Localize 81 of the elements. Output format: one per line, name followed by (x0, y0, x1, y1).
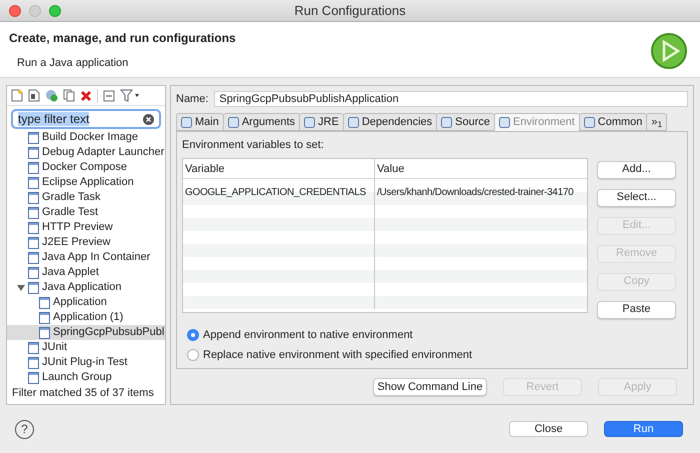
document-icon (28, 252, 39, 264)
filter-status: Filter matched 35 of 37 items (11, 386, 155, 400)
tree-item[interactable]: Application (1) (7, 310, 165, 325)
tab-icon (228, 116, 239, 128)
run-play-icon (650, 32, 688, 70)
tree-item[interactable]: Gradle Test (7, 205, 165, 220)
tree-item[interactable]: JUnit (7, 340, 165, 355)
tab[interactable]: Common (578, 113, 648, 131)
tree-item[interactable]: Gradle Task (7, 190, 165, 205)
action-button[interactable]: Select... (597, 188, 676, 206)
delete-icon[interactable] (80, 90, 92, 102)
env-label: Environment variables to set: (182, 138, 325, 153)
document-icon (39, 312, 50, 324)
action-button[interactable]: Show Command Line (373, 378, 487, 396)
name-field[interactable]: SpringGcpPubsubPublishApplication (214, 91, 688, 107)
column-header[interactable]: Variable (183, 158, 375, 178)
tree-item[interactable]: Launch Group (7, 370, 165, 384)
action-button[interactable]: Add... (597, 160, 676, 178)
window-title: Run Configurations (294, 2, 406, 20)
document-icon (28, 192, 39, 204)
document-icon (28, 176, 39, 188)
tree-item[interactable]: Build Docker Image (7, 130, 165, 145)
tab[interactable]: »$_{1}$ (646, 113, 668, 131)
tree-item[interactable]: Java Application (7, 280, 165, 295)
tree-item[interactable]: Eclipse Application (7, 175, 165, 190)
zoom-window-icon[interactable] (49, 5, 61, 17)
dialog-button[interactable]: Close (509, 421, 588, 437)
header-subtitle: Run a Java application (16, 56, 130, 71)
new-document-icon[interactable] (11, 89, 23, 102)
document-icon (39, 296, 50, 308)
tree-item[interactable]: SpringGcpPubsubPubli (7, 325, 165, 340)
tab[interactable]: Source (436, 113, 496, 131)
close-window-icon[interactable] (9, 5, 21, 17)
help-icon[interactable]: ? (15, 420, 34, 438)
tab[interactable]: Arguments (222, 113, 300, 131)
tab[interactable]: Main (176, 113, 224, 131)
document-icon (28, 146, 39, 158)
tree-item[interactable]: Java App In Container (7, 250, 165, 265)
tree-item[interactable]: J2EE Preview (7, 235, 165, 250)
expand-triangle-icon[interactable] (17, 284, 25, 292)
document-icon (28, 372, 39, 384)
tree-item[interactable]: Debug Adapter Launcher (7, 145, 165, 160)
radio-label: Append environment to native environment (203, 328, 413, 342)
tab-icon (499, 116, 510, 128)
tree-item[interactable]: Docker Compose (7, 160, 165, 175)
document-icon (28, 266, 39, 278)
filter-field[interactable]: type filter text (11, 109, 161, 129)
document-icon (28, 162, 39, 174)
dialog-button[interactable]: Run (604, 421, 683, 437)
tree-item[interactable]: Java Applet (7, 265, 165, 280)
document-icon (28, 356, 39, 368)
table-cell-text: /Users/khanh/Downloads/crested-trainer-34170 (376, 186, 574, 198)
tab-icon (584, 116, 595, 128)
tab-icon (304, 116, 316, 128)
tab[interactable]: Dependencies (342, 113, 438, 131)
document-icon (28, 206, 39, 218)
tab-icon (181, 116, 192, 128)
document-icon (28, 132, 39, 144)
tree-item[interactable]: HTTP Preview (7, 220, 165, 235)
radio-button[interactable] (187, 349, 199, 362)
document-icon (28, 282, 39, 294)
document-icon (28, 222, 39, 234)
clear-icon[interactable] (143, 114, 154, 124)
table-cell-text: GOOGLE_APPLICATION_CREDENTIALS (184, 186, 367, 198)
column-header[interactable]: Value (375, 158, 587, 178)
tab-icon (348, 116, 359, 128)
radio-label: Replace native environment with specified environment (203, 348, 472, 363)
action-button[interactable]: Paste (597, 300, 676, 318)
duplicate-icon[interactable] (63, 89, 75, 102)
tree-item[interactable]: Application (7, 295, 165, 310)
document-icon (28, 342, 39, 354)
header-title: Create, manage, and run configurations (9, 30, 236, 47)
document-icon (39, 326, 50, 338)
tree-item[interactable]: JUnit Plug-in Test (7, 355, 165, 370)
name-label: Name: (176, 92, 208, 107)
radio-button[interactable] (187, 328, 199, 341)
collapse-all-icon[interactable] (103, 90, 115, 102)
tab[interactable]: JRE (299, 113, 344, 131)
document-icon (28, 236, 39, 248)
filter-dropdown-icon[interactable] (120, 89, 140, 102)
tab-icon (441, 116, 452, 128)
